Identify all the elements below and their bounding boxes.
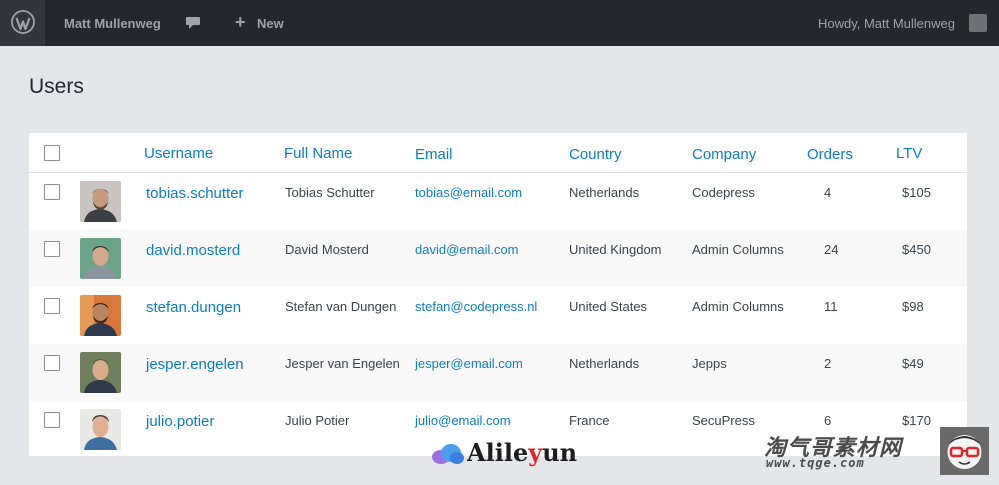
ltv: $98 — [902, 299, 924, 314]
username-link[interactable]: david.mosterd — [146, 242, 240, 259]
new-content-link[interactable]: New — [257, 16, 284, 31]
site-name-link[interactable]: Matt Mullenweg — [64, 16, 161, 31]
alileyun-watermark: Alileyun — [467, 438, 578, 467]
row-checkbox[interactable] — [44, 298, 60, 314]
row-checkbox[interactable] — [44, 184, 60, 200]
person-photo-icon — [80, 181, 121, 222]
full-name: David Mosterd — [285, 242, 369, 257]
email-link[interactable]: julio@email.com — [415, 413, 511, 428]
company: Codepress — [692, 185, 755, 200]
person-photo-icon — [80, 295, 121, 336]
company: Jepps — [692, 356, 727, 371]
full-name: Julio Potier — [285, 413, 350, 428]
column-orders[interactable]: Orders — [807, 146, 853, 163]
username-link[interactable]: tobias.schutter — [146, 185, 244, 202]
username-link[interactable]: stefan.dungen — [146, 299, 241, 316]
select-all-checkbox[interactable] — [44, 145, 60, 161]
column-full-name[interactable]: Full Name — [284, 145, 352, 162]
country: Netherlands — [569, 185, 640, 200]
email-link[interactable]: tobias@email.com — [415, 185, 522, 200]
user-avatar[interactable] — [969, 14, 987, 32]
page-title: Users — [29, 75, 84, 98]
table-row: tobias.schutter Tobias Schutter tobias@e… — [29, 173, 967, 230]
country: France — [569, 413, 610, 428]
username-link[interactable]: julio.potier — [146, 413, 214, 430]
users-table: Username Full Name Email Country Company… — [29, 133, 967, 456]
table-row: david.mosterd David Mosterd david@email.… — [29, 230, 967, 287]
tqge-watermark-url: www.tqge.com — [766, 456, 865, 470]
company: Admin Columns — [692, 299, 784, 314]
email-link[interactable]: stefan@codepress.nl — [415, 299, 537, 314]
orders: 6 — [824, 413, 832, 428]
howdy-user-link[interactable]: Howdy, Matt Mullenweg — [818, 16, 955, 31]
full-name: Jesper van Engelen — [285, 356, 400, 371]
username-link[interactable]: jesper.engelen — [146, 356, 244, 373]
orders: 4 — [824, 185, 832, 200]
email-link[interactable]: jesper@email.com — [415, 356, 523, 371]
column-username[interactable]: Username — [144, 145, 213, 162]
company: Admin Columns — [692, 242, 784, 257]
ltv: $49 — [902, 356, 924, 371]
person-photo-icon — [80, 409, 121, 450]
column-ltv[interactable]: LTV — [896, 145, 922, 162]
person-photo-icon — [80, 238, 121, 279]
ltv: $105 — [902, 185, 931, 200]
avatar — [80, 352, 121, 393]
ltv: $170 — [902, 413, 931, 428]
wordpress-menu[interactable] — [0, 0, 45, 46]
avatar — [80, 238, 121, 279]
cloud-logo-icon — [432, 444, 464, 464]
full-name: Tobias Schutter — [285, 185, 375, 200]
plus-icon[interactable]: + — [235, 13, 246, 31]
country: United Kingdom — [569, 242, 662, 257]
table-row: jesper.engelen Jesper van Engelen jesper… — [29, 344, 967, 401]
orders: 11 — [824, 299, 838, 314]
full-name: Stefan van Dungen — [285, 299, 397, 314]
country: United States — [569, 299, 648, 314]
table-header: Username Full Name Email Country Company… — [29, 133, 967, 173]
country: Netherlands — [569, 356, 640, 371]
tqge-logo-icon — [940, 427, 989, 475]
column-country[interactable]: Country — [569, 146, 622, 163]
orders: 2 — [824, 356, 832, 371]
orders: 24 — [824, 242, 839, 257]
table-row: stefan.dungen Stefan van Dungen stefan@c… — [29, 287, 967, 344]
ltv: $450 — [902, 242, 931, 257]
row-checkbox[interactable] — [44, 412, 60, 428]
admin-bar: Matt Mullenweg + New Howdy, Matt Mullenw… — [0, 0, 999, 46]
column-email[interactable]: Email — [415, 146, 453, 163]
avatar — [80, 181, 121, 222]
row-checkbox[interactable] — [44, 355, 60, 371]
email-link[interactable]: david@email.com — [415, 242, 519, 257]
avatar — [80, 409, 121, 450]
avatar — [80, 295, 121, 336]
row-checkbox[interactable] — [44, 241, 60, 257]
wordpress-logo-icon[interactable] — [11, 10, 35, 34]
comment-icon[interactable] — [185, 16, 201, 30]
column-company[interactable]: Company — [692, 146, 756, 163]
company: SecuPress — [692, 413, 755, 428]
person-photo-icon — [80, 352, 121, 393]
